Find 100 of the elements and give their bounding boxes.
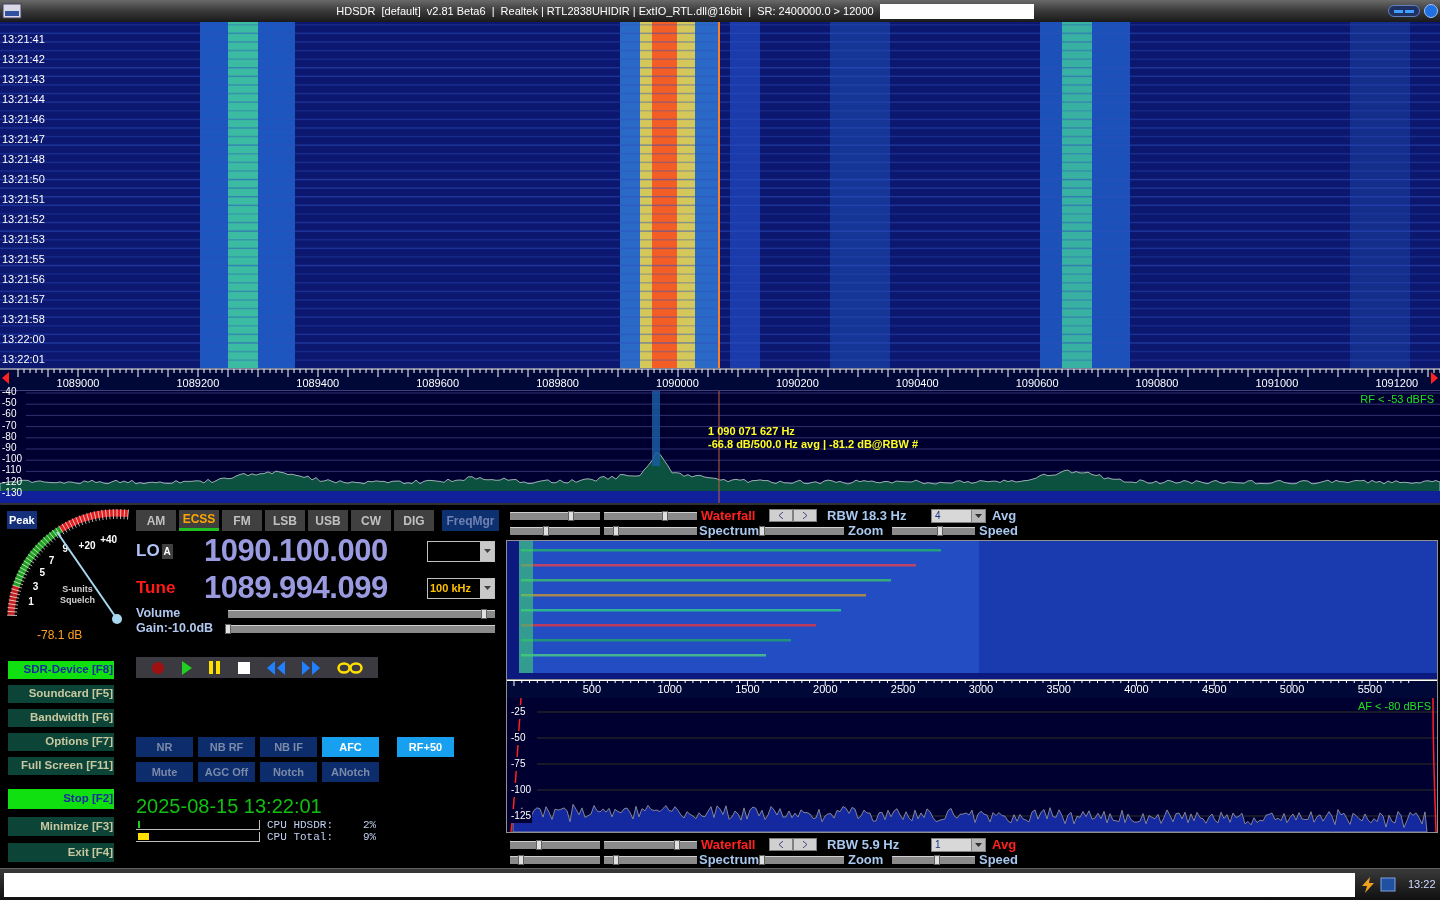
dsp-button[interactable]: NB RF: [198, 737, 255, 757]
scale-label: +40: [100, 534, 118, 546]
speed-label: Speed: [978, 522, 1018, 540]
dsp-button[interactable]: NB IF: [260, 737, 317, 757]
mode-tab[interactable]: AM: [136, 510, 176, 531]
scale-label: -25: [510, 705, 527, 719]
slider-thumb[interactable]: [612, 525, 619, 536]
slider-thumb[interactable]: [612, 854, 619, 865]
dsp-button[interactable]: AFC: [322, 737, 379, 757]
scale-label: 7: [48, 555, 55, 567]
slider-track[interactable]: [891, 855, 975, 864]
dsp-button[interactable]: AGC Off: [198, 762, 255, 782]
taskbar-field[interactable]: [4, 872, 1355, 897]
axis-label: 3500: [1045, 682, 1072, 696]
slider-thumb[interactable]: [936, 525, 943, 536]
pill-button[interactable]: [1388, 5, 1420, 17]
slider-track[interactable]: [510, 840, 600, 849]
slider-thumb[interactable]: [542, 525, 549, 536]
axis-label: 1089600: [415, 377, 461, 389]
dsp-button[interactable]: Mute: [136, 762, 193, 782]
avg-label: Avg: [992, 506, 1017, 525]
slider-track[interactable]: [604, 855, 697, 864]
slider-thumb[interactable]: [933, 854, 940, 865]
side-button[interactable]: Options [F7]: [8, 733, 114, 751]
mode-tab[interactable]: FM: [222, 510, 262, 531]
round-button[interactable]: [1424, 4, 1438, 18]
tune-label: Tune: [136, 577, 176, 600]
app-icon: [2, 3, 22, 19]
squelch-label: AF < -80 dBFS: [1357, 699, 1431, 714]
next-button[interactable]: [793, 838, 817, 851]
slider-track[interactable]: [225, 624, 495, 633]
record-icon: [150, 660, 165, 675]
scale-label: -100: [2, 453, 22, 465]
caret-icon: [975, 842, 982, 847]
mode-tab[interactable]: CW: [351, 510, 391, 531]
slider-track[interactable]: [891, 526, 975, 535]
mode-tab[interactable]: USB: [308, 510, 348, 531]
side-button[interactable]: Minimize [F3]: [8, 817, 114, 836]
slider-thumb[interactable]: [674, 839, 681, 850]
axis-label: 1091200: [1374, 377, 1420, 389]
slider-track[interactable]: [604, 526, 697, 535]
slider-thumb[interactable]: [662, 510, 669, 521]
side-button[interactable]: Soundcard [F5]: [8, 685, 114, 703]
slider-thumb[interactable]: [758, 525, 765, 536]
slider-thumb[interactable]: [225, 623, 231, 634]
axis-label: 3000: [967, 682, 995, 696]
slider-track[interactable]: [758, 526, 844, 535]
dsp-button[interactable]: RF+50: [397, 737, 454, 757]
axis-label: 1090000: [655, 377, 700, 389]
meter-reading: -78.1 dB: [37, 627, 83, 644]
slider-track[interactable]: [604, 511, 697, 520]
side-button[interactable]: SDR-Device [F8]: [8, 661, 114, 679]
slider-thumb[interactable]: [481, 608, 488, 619]
mode-tab[interactable]: LSB: [265, 510, 305, 531]
time-label: 13:21:41: [2, 32, 45, 47]
cursor-readout: -66.8 dB/500.0 Hz avg | -81.2 dB@RBW #: [708, 438, 919, 451]
slider-thumb[interactable]: [536, 839, 543, 850]
step-dropdown[interactable]: [427, 540, 495, 562]
dsp-button[interactable]: ANotch: [322, 762, 379, 782]
slider-thumb[interactable]: [518, 854, 525, 865]
blank-field[interactable]: [879, 3, 1034, 19]
gain-label: Gain:-10.0dB: [136, 620, 215, 638]
slider-track[interactable]: [510, 526, 600, 535]
axis-label: 5500: [1356, 682, 1384, 696]
side-button[interactable]: Stop [F2]: [8, 789, 114, 809]
peak-button[interactable]: Peak: [7, 511, 37, 529]
mode-tab[interactable]: ECSS: [179, 510, 219, 531]
slider-track[interactable]: [758, 855, 844, 864]
frequency-display: 1090.100.000: [204, 531, 389, 570]
left-arrow-icon: [2, 372, 10, 384]
scale-label: 3: [32, 581, 39, 593]
slider-track[interactable]: [510, 855, 600, 864]
scale-label: -50: [510, 731, 527, 745]
slider-thumb[interactable]: [758, 854, 765, 865]
play-icon: [181, 660, 192, 675]
side-button[interactable]: Full Screen [F11]: [8, 757, 114, 775]
slider-track[interactable]: [510, 511, 600, 520]
slider-track[interactable]: [604, 840, 697, 849]
slider-track[interactable]: [228, 609, 495, 618]
step-dropdown[interactable]: 100 kHz: [427, 577, 495, 599]
avg-label: Avg: [992, 835, 1017, 854]
mode-tab[interactable]: DIG: [394, 510, 434, 531]
time-label: 13:21:53: [2, 232, 45, 247]
side-button[interactable]: Bandwidth [F6]: [8, 709, 114, 727]
freqmgr-button[interactable]: FreqMgr: [442, 510, 499, 531]
time-label: 13:22:00: [2, 332, 45, 347]
next-button[interactable]: [793, 509, 817, 522]
chevron-right-icon: [803, 512, 807, 519]
scale-label: -40: [2, 386, 18, 398]
avg-dropdown[interactable]: 4: [931, 508, 986, 523]
chevron-left-icon: [779, 512, 783, 519]
cursor-readout: 1 090 071 627 Hz: [708, 425, 796, 438]
axis-label: 1090800: [1134, 377, 1180, 389]
avg-dropdown[interactable]: 1: [931, 837, 986, 852]
scale-label: -70: [2, 419, 18, 431]
slider-thumb[interactable]: [567, 510, 574, 521]
dsp-button[interactable]: Notch: [260, 762, 317, 782]
side-button[interactable]: Exit [F4]: [8, 843, 114, 862]
dsp-button[interactable]: NR: [136, 737, 193, 757]
time-label: 13:21:58: [2, 312, 45, 327]
